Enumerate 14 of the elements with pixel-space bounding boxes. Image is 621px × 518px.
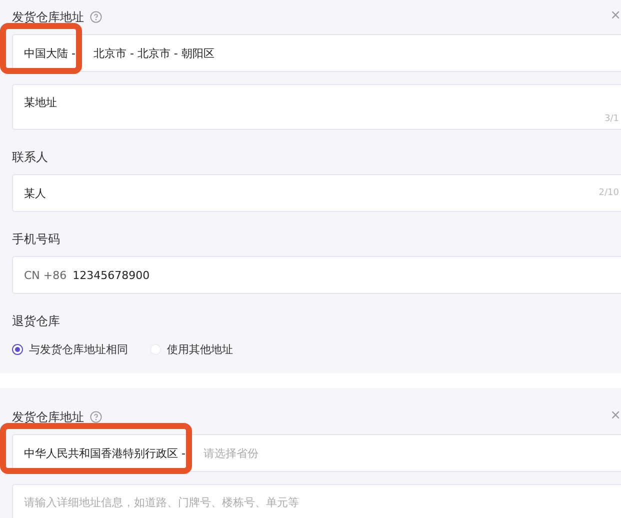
field-label: 手机号码: [12, 230, 60, 248]
phone-field[interactable]: CN +86 12345678900: [12, 256, 621, 294]
region-select[interactable]: 中国大陆 - 北京市 - 北京市 - 朝阳区: [12, 34, 621, 72]
field-label: 退货仓库: [12, 312, 60, 330]
address-field[interactable]: 某地址 3/1: [12, 84, 621, 130]
radio-option[interactable]: 使用其他地址: [150, 342, 233, 357]
region-select[interactable]: 中华人民共和国香港特别行政区 - 请选择省份: [12, 434, 621, 472]
help-icon: [90, 11, 102, 23]
help-icon: [90, 411, 102, 423]
radio-option[interactable]: 与发货仓库地址相同: [12, 342, 128, 357]
field-label: 联系人: [12, 148, 48, 166]
field-label: 发货仓库地址: [12, 8, 84, 26]
field-label: 发货仓库地址: [12, 408, 84, 426]
contact-field[interactable]: 某人 2/10: [12, 174, 621, 212]
